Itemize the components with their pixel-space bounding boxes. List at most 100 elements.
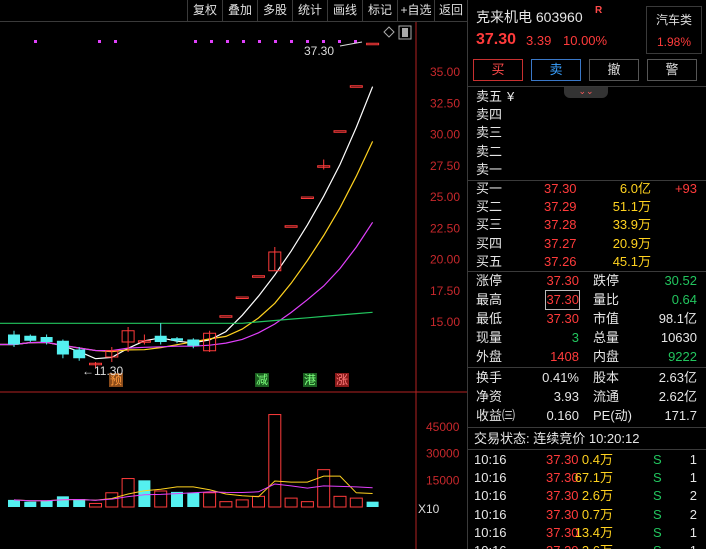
tick-row[interactable]: 10:16 37.30 67.1万 S 1 — [468, 469, 706, 487]
ask-row[interactable]: 卖四 — [468, 106, 706, 124]
mark-button[interactable]: 标记 — [362, 0, 397, 21]
ma60-line — [0, 311, 373, 324]
overlay-button[interactable]: 叠加 — [222, 0, 257, 21]
ask-row[interactable]: 卖五 ¥ — [468, 88, 706, 106]
sector-box[interactable]: 汽车类 1.98% — [646, 6, 702, 54]
bid-row[interactable]: 买一 37.30 6.0亿 +93 — [468, 180, 706, 198]
tick-time: 10:16 — [474, 542, 507, 549]
top-signal-dot — [242, 40, 245, 43]
bid-price: 37.29 — [544, 199, 577, 215]
bid-row[interactable]: 买五 37.26 45.1万 — [468, 253, 706, 271]
back-button[interactable]: 返回 — [434, 0, 467, 21]
fin-row[interactable]: 换手 0.41% 股本 2.63亿 — [468, 369, 706, 387]
candle-body — [73, 349, 86, 359]
bid-row[interactable]: 买四 37.27 20.9万 — [468, 235, 706, 253]
tick-volume: 13.4万 — [574, 524, 613, 540]
ma10-line — [0, 141, 374, 353]
bid-row[interactable]: 买三 37.28 33.9万 — [468, 216, 706, 234]
candle-body — [187, 339, 200, 346]
stat-value: 9222 — [668, 349, 697, 364]
bid-label: 买三 — [476, 217, 503, 233]
ask-row[interactable]: 卖三 — [468, 124, 706, 142]
stat-value: 3 — [571, 330, 579, 345]
tick-volume: 2.6万 — [582, 542, 613, 549]
trade-status[interactable]: 交易状态: 连续竞价 10:20:12 — [468, 430, 706, 448]
add-watchlist-button[interactable]: +自选 — [397, 0, 434, 21]
bid-volume: 33.9万 — [612, 217, 651, 233]
volume-bar — [219, 501, 233, 508]
tick-price: 37.30 — [546, 542, 579, 549]
price-tick-label: 20.00 — [430, 253, 460, 267]
top-signal-dot — [306, 40, 309, 43]
fin-label: 股本 — [593, 370, 620, 385]
candle — [284, 225, 298, 228]
tick-price: 37.30 — [546, 452, 579, 467]
tick-time: 10:16 — [474, 488, 507, 504]
volume-tick-label: 15000 — [426, 473, 460, 487]
stat-label: 最低 — [476, 311, 503, 326]
fin-label: 收益㈢ — [476, 408, 516, 423]
stat-row[interactable]: 外盘 1408 内盘 9222 — [468, 348, 706, 366]
volume-bar — [89, 502, 102, 508]
price-change-pct: 10.00% — [563, 33, 608, 48]
stat-value: 30.52 — [664, 273, 697, 288]
buy-button[interactable]: 买 — [473, 59, 523, 81]
stat-row[interactable]: 最低 37.30 市值 98.1亿 — [468, 310, 706, 328]
bid-volume: 20.9万 — [612, 235, 651, 251]
stat-label: 外盘 — [476, 349, 503, 364]
stat-value: 37.30 — [546, 311, 579, 326]
stat-label: 内盘 — [593, 349, 620, 364]
candle — [333, 130, 347, 133]
ask-row[interactable]: 卖一 — [468, 161, 706, 179]
diamond-icon[interactable] — [383, 26, 395, 38]
candle-body — [366, 42, 380, 46]
stat-row[interactable]: 涨停 37.30 跌停 30.52 — [468, 272, 706, 290]
candle — [171, 337, 183, 344]
price-tick-label: 15.00 — [430, 315, 460, 329]
fin-row[interactable]: 净资 3.93 流通 2.62亿 — [468, 388, 706, 406]
candle-body — [56, 340, 69, 355]
top-signal-dot — [322, 40, 325, 43]
price-tick-label: 27.50 — [430, 159, 460, 173]
sector-name: 汽车类 — [655, 13, 692, 27]
bid-price: 37.26 — [544, 253, 577, 269]
fin-value: 2.62亿 — [658, 389, 697, 404]
tick-time: 10:16 — [474, 452, 507, 467]
tick-row[interactable]: 10:16 37.30 0.7万 S 2 — [468, 506, 706, 524]
stat-row[interactable]: 最高 37.30 量比 0.64 — [468, 290, 706, 310]
multi-stock-button[interactable]: 多股 — [257, 0, 292, 21]
window-toggle-icon[interactable] — [398, 25, 412, 40]
sell-button[interactable]: 卖 — [531, 59, 581, 81]
candle — [203, 330, 217, 352]
volume-bar — [154, 490, 168, 508]
tick-row[interactable]: 10:16 37.30 2.6万 S 2 — [468, 487, 706, 505]
fuquan-button[interactable]: 复权 — [187, 0, 222, 21]
top-signal-dot — [98, 40, 101, 43]
volume-bar — [366, 501, 379, 507]
bid-price: 37.27 — [544, 235, 577, 251]
tick-count: 1 — [689, 470, 697, 486]
cancel-order-button[interactable]: 撤 — [589, 59, 639, 81]
fin-label: 净资 — [476, 389, 503, 404]
fin-row[interactable]: 收益㈢ 0.160 PE(动) 171.7 — [468, 407, 706, 425]
fin-value: 0.160 — [546, 408, 579, 423]
tick-row[interactable]: 10:16 37.30 0.4万 S 1 — [468, 451, 706, 469]
tick-volume: 0.7万 — [581, 506, 613, 522]
stat-label: 量比 — [593, 292, 620, 307]
kline-chart[interactable]: 35.00 32.50 30.00 27.50 25.00 22.50 20.00 17.50… — [0, 22, 467, 549]
stat-label: 最高 — [476, 292, 503, 307]
event-tag-label: 涨 — [336, 372, 348, 387]
top-signal-dot — [226, 40, 229, 43]
ask-row[interactable]: 卖二 — [468, 143, 706, 161]
candle — [24, 334, 37, 342]
draw-line-button[interactable]: 画线 — [327, 0, 362, 21]
tick-row[interactable]: 10:16 37.30 13.4万 S 1 — [468, 524, 706, 542]
statistics-button[interactable]: 统计 — [292, 0, 327, 21]
last-price: 37.30 — [476, 31, 517, 48]
tick-time: 10:16 — [474, 524, 507, 540]
alert-button[interactable]: 警 — [647, 59, 697, 81]
bid-row[interactable]: 买二 37.29 51.1万 — [468, 198, 706, 216]
stat-row[interactable]: 现量 3 总量 10630 — [468, 329, 706, 347]
tick-row[interactable]: 10:16 37.302.6万 S 1 — [468, 542, 706, 549]
tick-side: S — [653, 524, 662, 540]
